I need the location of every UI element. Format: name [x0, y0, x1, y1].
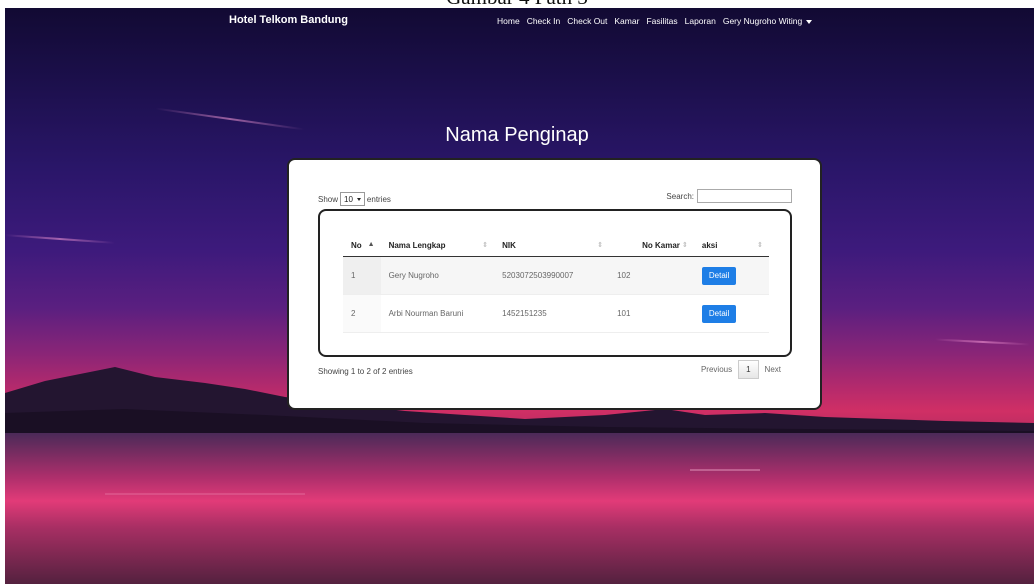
- table-search: Search:: [666, 189, 792, 203]
- cell-no: 1: [343, 256, 381, 295]
- table-header-row: No ▲ Nama Lengkap ⇕ NIK ⇕ No Kamar ⇕ aksi ⇕: [343, 235, 769, 257]
- nav-fasilitas[interactable]: Fasilitas: [646, 16, 677, 26]
- detail-button[interactable]: Detail: [701, 304, 737, 323]
- sort-asc-icon: ▲: [367, 241, 375, 248]
- show-label: Show: [318, 194, 339, 204]
- column-header-nama[interactable]: Nama Lengkap ⇕: [380, 235, 495, 257]
- detail-button[interactable]: Detail: [701, 266, 737, 285]
- nav-kamar[interactable]: Kamar: [614, 16, 639, 26]
- sort-icon: ⇕: [482, 242, 489, 249]
- cell-kamar: 101: [609, 294, 694, 333]
- column-header-aksi[interactable]: aksi ⇕: [693, 235, 769, 257]
- page-title: Nama Penginap: [445, 124, 589, 146]
- user-menu[interactable]: Gery Nugroho Witing: [722, 16, 813, 26]
- light-streak: [5, 234, 115, 244]
- caret-down-icon: [806, 19, 813, 24]
- figure-caption: Gambar 4 Path 3: [0, 0, 1034, 8]
- table-row: 2 Arbi Nourman Baruni 1452151235 101 Det…: [343, 294, 769, 333]
- sort-icon: ⇕: [597, 242, 604, 249]
- table-info: Showing 1 to 2 of 2 entries: [318, 367, 413, 376]
- table-row: 1 Gery Nugroho 5203072503990007 102 Deta…: [343, 256, 769, 295]
- top-navbar: Hotel Telkom Bandung Home Check In Check…: [0, 8, 1034, 32]
- lake-water: [5, 433, 1034, 584]
- cell-nik: 5203072503990007: [494, 256, 610, 295]
- water-reflection: [105, 493, 305, 495]
- cell-aksi: Detail: [693, 256, 769, 295]
- nav-laporan[interactable]: Laporan: [685, 16, 716, 26]
- nav-home[interactable]: Home: [497, 16, 520, 26]
- cell-aksi: Detail: [693, 294, 769, 333]
- cell-no: 2: [343, 294, 381, 333]
- entries-select[interactable]: 10: [340, 192, 365, 206]
- cell-kamar: 102: [609, 256, 694, 295]
- column-header-nik[interactable]: NIK ⇕: [494, 235, 610, 257]
- column-header-no-kamar[interactable]: No Kamar ⇕: [609, 235, 694, 257]
- user-name: Gery Nugroho Witing: [722, 16, 803, 26]
- next-button[interactable]: Next: [765, 365, 781, 374]
- nav-links: Home Check In Check Out Kamar Fasilitas …: [497, 16, 813, 26]
- search-input[interactable]: [697, 189, 792, 203]
- guest-table-card: Show 10 entries Search: No ▲ Nama Lengkap…: [287, 158, 822, 410]
- entries-select-value: 10: [344, 194, 353, 204]
- caret-down-icon: [356, 197, 361, 201]
- nav-check-out[interactable]: Check Out: [567, 16, 607, 26]
- previous-button[interactable]: Previous: [701, 365, 732, 374]
- caption-text: Gambar 4 Path 3: [0, 0, 1034, 8]
- pagination: Previous 1 Next: [701, 360, 781, 379]
- cell-nama: Arbi Nourman Baruni: [380, 294, 495, 333]
- light-streak: [935, 338, 1030, 346]
- cell-nik: 1452151235: [494, 294, 610, 333]
- search-label: Search:: [666, 191, 694, 201]
- table-frame: No ▲ Nama Lengkap ⇕ NIK ⇕ No Kamar ⇕ aksi ⇕ 1…: [318, 209, 792, 357]
- sort-icon: ⇕: [682, 242, 688, 249]
- entries-length-control: Show 10 entries: [318, 192, 391, 206]
- cell-nama: Gery Nugroho: [380, 256, 495, 295]
- sort-icon: ⇕: [757, 242, 763, 249]
- column-header-no[interactable]: No ▲: [343, 235, 381, 257]
- water-reflection: [690, 469, 760, 471]
- navbar-brand[interactable]: Hotel Telkom Bandung: [229, 14, 348, 26]
- entries-label: entries: [366, 194, 391, 204]
- page-button-1[interactable]: 1: [738, 360, 759, 379]
- guest-table: No ▲ Nama Lengkap ⇕ NIK ⇕ No Kamar ⇕ aksi ⇕ 1…: [343, 235, 769, 333]
- nav-check-in[interactable]: Check In: [527, 16, 561, 26]
